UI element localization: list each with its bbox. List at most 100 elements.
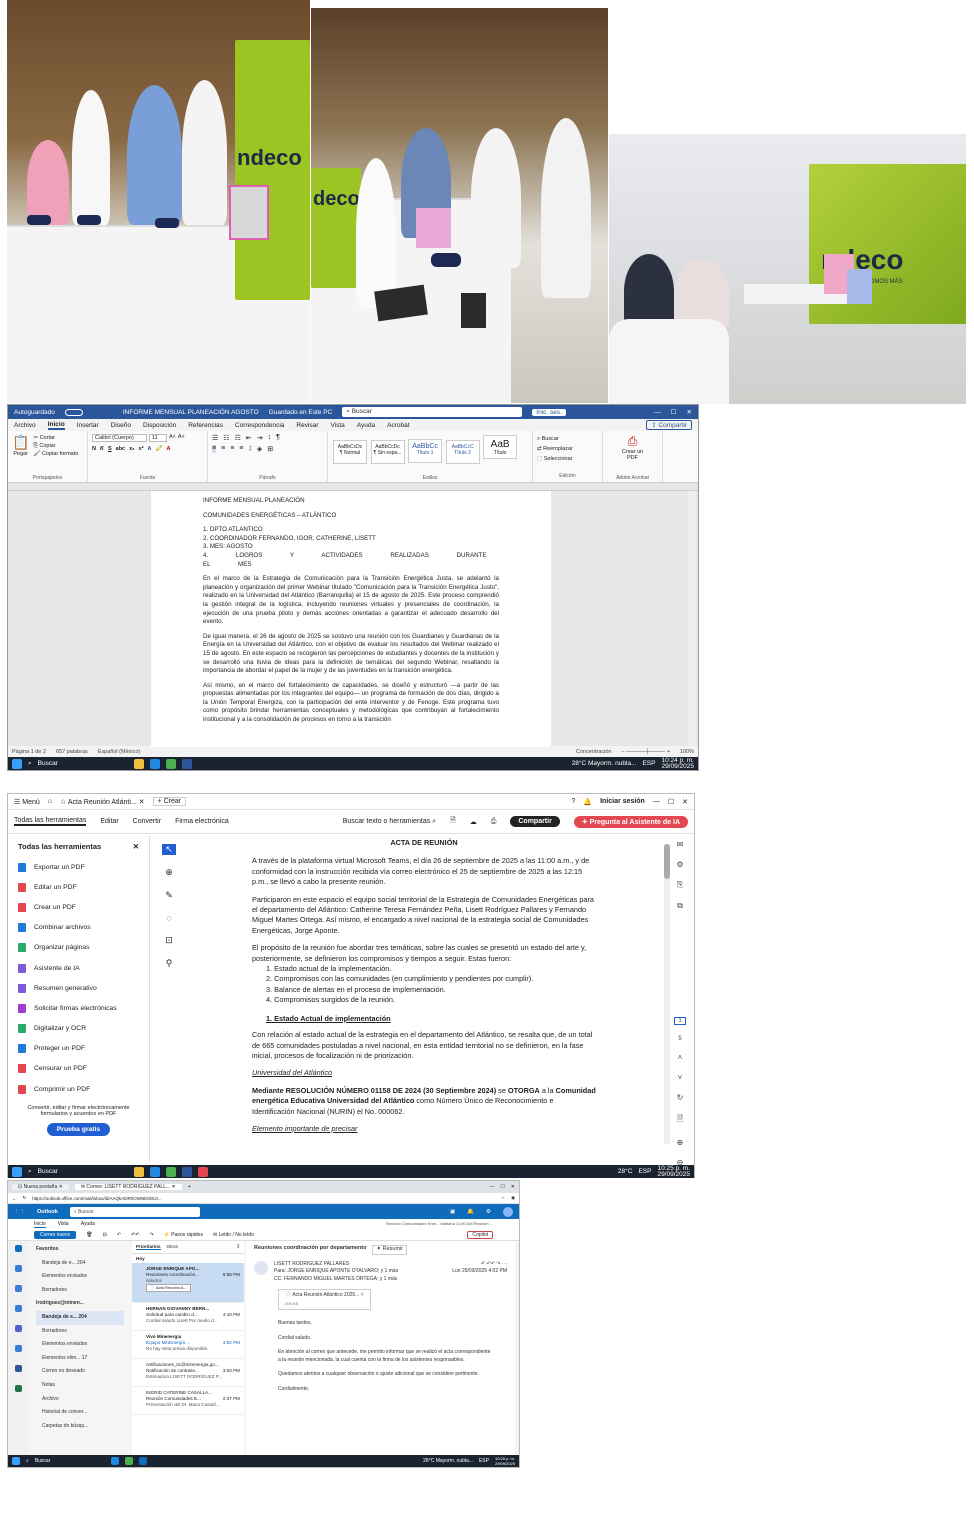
format-painter-button[interactable]: 🖌 Copiar formato	[33, 450, 78, 458]
rotate-icon[interactable]: ↻	[677, 1093, 684, 1102]
teams-icon[interactable]: ▣	[450, 1209, 455, 1215]
tool-request-sign[interactable]: Solicitar firmas electrónicas	[18, 998, 139, 1018]
language-indicator[interactable]: ESP	[638, 1168, 651, 1175]
page-up-icon[interactable]: ˄	[678, 1053, 683, 1062]
todo-icon[interactable]	[14, 1305, 22, 1312]
free-trial-button[interactable]: Prueba gratis	[46, 1123, 111, 1137]
tab-inicio[interactable]: Inicio	[34, 1221, 46, 1228]
superscript-icon[interactable]: x²	[139, 446, 144, 452]
folder-item[interactable]: Elementos enviados	[36, 1338, 124, 1352]
line-spacing-icon[interactable]: ↨	[248, 445, 252, 453]
browser-tab-active[interactable]: ✉ Correo: LISETT RODRIGUEZ PALL... ✕	[74, 1184, 182, 1190]
save-page-icon[interactable]: 🗎	[677, 1113, 683, 1127]
shrink-font-icon[interactable]: A˅	[178, 434, 185, 442]
search-input[interactable]: ⌕ Buscar	[69, 1206, 200, 1217]
tab-convert[interactable]: Convertir	[133, 818, 161, 825]
zoom-slider[interactable]: − ─────┼──── +	[621, 749, 669, 755]
minimize-icon[interactable]: —	[653, 798, 660, 805]
windows-icon[interactable]	[12, 1166, 22, 1177]
tool-create-pdf[interactable]: Crear un PDF	[18, 897, 139, 917]
weather[interactable]: 28°C Mayorm. nubla...	[572, 760, 637, 767]
avatar[interactable]	[503, 1206, 513, 1217]
folder-item[interactable]: Elementos elim... 17	[36, 1352, 124, 1366]
tab-referencias[interactable]: Referencias	[188, 422, 223, 429]
new-tab-icon[interactable]: +	[188, 1184, 191, 1190]
folder-item[interactable]: Elementos enviados	[36, 1270, 124, 1284]
search-tools[interactable]: Buscar texto o herramientas ⌕	[343, 818, 436, 826]
sender-name[interactable]: LISETT RODRIGUEZ PALLARES	[274, 1261, 349, 1269]
page-down-icon[interactable]: ˅	[678, 1073, 683, 1082]
style-heading-1[interactable]: AaBbCc Título 1	[408, 439, 443, 463]
zoom-tool-icon[interactable]: ⊕	[165, 867, 173, 878]
pen-icon[interactable]: ✎	[165, 890, 173, 901]
settings-icon[interactable]: ⚙	[676, 860, 683, 869]
summarize-button[interactable]: ✦ Resumir	[372, 1245, 408, 1255]
profile-icon[interactable]: ◉	[511, 1195, 515, 1201]
message-item[interactable]: INGRID CATERINE CASALLA... Reunión Comun…	[132, 1387, 244, 1415]
word-icon[interactable]	[181, 1166, 192, 1177]
help-icon[interactable]: ?	[571, 798, 575, 805]
tool-redact[interactable]: Censurar un PDF	[18, 1059, 139, 1079]
tab-esign[interactable]: Firma electrónica	[175, 818, 229, 825]
stamp-icon[interactable]: ⚲	[166, 958, 173, 969]
outlook-icon[interactable]	[138, 1457, 147, 1465]
menu-button[interactable]: ☰ Menú	[14, 798, 40, 806]
tab-other[interactable]: Otros	[167, 1244, 178, 1250]
save-icon[interactable]: 🗎	[450, 816, 456, 827]
tab-correspondencia[interactable]: Correspondencia	[235, 422, 285, 429]
reminder[interactable]: Reunión Comunidades Ener... Mañana 11:00…	[386, 1221, 493, 1228]
bold-icon[interactable]: N	[92, 446, 96, 452]
pilcrow-icon[interactable]: ¶	[276, 434, 280, 442]
tab-vista[interactable]: Vista	[58, 1221, 69, 1228]
highlight-icon[interactable]: 🖍	[156, 446, 163, 452]
reply-all-icon[interactable]: ↶↶	[131, 1232, 139, 1238]
tab-focused[interactable]: Prioritarios	[136, 1244, 161, 1250]
close-icon[interactable]: ✕	[511, 1184, 515, 1190]
folder-item[interactable]: Bandeja de e... 204	[36, 1310, 124, 1325]
acrobat-icon[interactable]	[197, 1166, 208, 1177]
italic-icon[interactable]: K	[100, 446, 104, 452]
cloud-icon[interactable]: ☁	[470, 818, 477, 826]
settings-icon[interactable]: ⚙	[486, 1209, 491, 1215]
folder-group[interactable]: Favoritos	[36, 1243, 124, 1257]
text-box-icon[interactable]: ⊡	[165, 935, 173, 946]
justify-icon[interactable]: ≡	[239, 445, 243, 453]
recipients[interactable]: Para: JORGE ENRIQUE APONTE OTALVARO; y 1…	[274, 1268, 398, 1276]
weather[interactable]: 28°C Mayorm. nubla...	[423, 1458, 473, 1464]
star-icon[interactable]: ☆	[501, 1195, 505, 1201]
minimize-icon[interactable]: —	[489, 1184, 494, 1190]
excel-icon[interactable]	[14, 1385, 22, 1392]
word-icon[interactable]	[14, 1365, 22, 1372]
home-icon[interactable]: ⌂	[48, 798, 52, 805]
outdent-icon[interactable]: ⇥	[257, 434, 263, 442]
bell-icon[interactable]: 🔔	[583, 798, 592, 806]
vertical-scrollbar[interactable]	[688, 491, 696, 746]
quick-steps[interactable]: ⚡ Pasos rápidos	[164, 1232, 203, 1238]
tab-ayuda[interactable]: Ayuda	[357, 422, 375, 429]
widgets-icon[interactable]	[133, 1166, 144, 1177]
chrome-icon[interactable]	[165, 1166, 176, 1177]
back-icon[interactable]: ←	[12, 1196, 17, 1201]
indent-icon[interactable]: ⇤	[246, 434, 252, 442]
tab-ayuda[interactable]: Ayuda	[81, 1221, 95, 1228]
tool-edit-pdf[interactable]: Editar un PDF	[18, 877, 139, 897]
tab-inicio[interactable]: Inicio	[47, 421, 65, 430]
autosave-toggle[interactable]	[64, 408, 83, 416]
close-icon[interactable]: ✕	[682, 798, 688, 806]
folder-item[interactable]: Historial de conver...	[36, 1406, 124, 1420]
folder-item[interactable]: Carpetas de búsqu...	[36, 1420, 124, 1434]
style-normal[interactable]: AaBbCcDc ¶ Normal	[333, 440, 367, 464]
folder-item[interactable]: Borradores	[36, 1284, 124, 1298]
edge-icon[interactable]	[110, 1457, 119, 1465]
language-indicator[interactable]: ESP	[642, 760, 655, 767]
borders-icon[interactable]: ⊞	[267, 445, 273, 453]
align-left-icon[interactable]: ≡	[212, 445, 217, 453]
create-pdf-button[interactable]: ⎙ Crear un PDF	[619, 434, 647, 461]
align-center-icon[interactable]: ≡	[221, 445, 225, 453]
mail-icon[interactable]	[14, 1245, 22, 1252]
taskbar-search[interactable]: Buscar	[35, 1458, 105, 1464]
close-icon[interactable]: ✕	[687, 408, 692, 416]
filter-icon[interactable]: ⊽	[237, 1244, 240, 1250]
message-item-selected[interactable]: JORGE ENRIQUE APO... Reuniones coordinac…	[132, 1263, 244, 1303]
app-launcher-icon[interactable]: ⋮⋮	[14, 1209, 25, 1215]
